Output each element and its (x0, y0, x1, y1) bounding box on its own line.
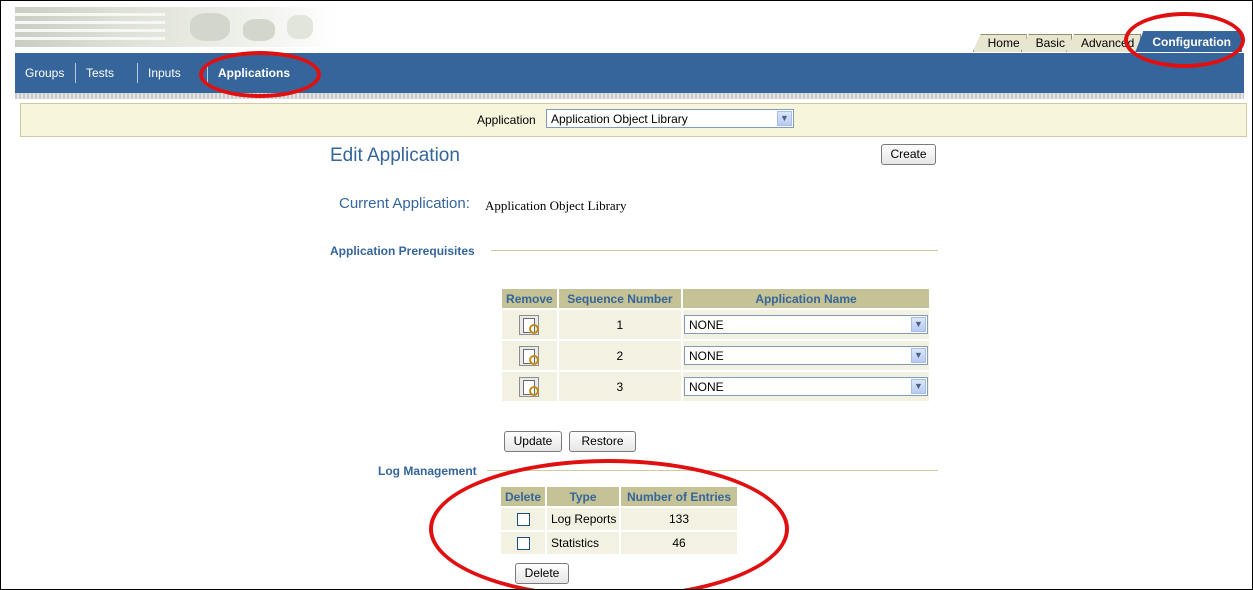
application-filter-bar: Application Application Object Library ▼ (20, 103, 1247, 137)
chevron-down-icon: ▼ (777, 111, 792, 126)
nav-bottom-shadow (15, 93, 1244, 99)
browser-page: Home Basic Advanced Configuration Groups… (0, 0, 1253, 590)
application-prerequisites-heading: Application Prerequisites (330, 244, 475, 258)
sequence-number: 3 (558, 372, 681, 401)
annotation-circle-applications (199, 51, 321, 98)
subtab-inputs[interactable]: Inputs (137, 63, 181, 83)
page-title: Edit Application (330, 145, 460, 166)
table-row: 1 NONE ▼ (502, 310, 929, 339)
application-name-value: NONE (689, 318, 724, 332)
column-header-remove: Remove (502, 289, 557, 308)
application-name-cell: NONE ▼ (683, 341, 929, 370)
application-filter-label: Application (477, 113, 536, 127)
oracle-banner-logo (15, 7, 337, 47)
remove-cell (502, 310, 557, 339)
subtab-groups[interactable]: Groups (15, 63, 64, 83)
sequence-number: 1 (558, 310, 681, 339)
section-divider (491, 250, 938, 251)
remove-icon[interactable] (519, 376, 540, 397)
application-name-select[interactable]: NONE ▼ (684, 315, 928, 334)
create-button[interactable]: Create (881, 144, 936, 165)
remove-cell (502, 372, 557, 401)
current-application-value: Application Object Library (485, 198, 627, 213)
sequence-number: 2 (558, 341, 681, 370)
column-header-application-name: Application Name (683, 289, 929, 308)
current-application-label: Current Application: (339, 195, 470, 212)
update-button[interactable]: Update (504, 431, 562, 452)
remove-icon[interactable] (519, 314, 540, 335)
application-select[interactable]: Application Object Library ▼ (546, 109, 794, 128)
remove-cell (502, 341, 557, 370)
subtab-tests[interactable]: Tests (75, 63, 114, 83)
tab-home[interactable]: Home (972, 34, 1027, 52)
log-management-heading: Log Management (378, 464, 477, 478)
table-row: 2 NONE ▼ (502, 341, 929, 370)
application-name-select[interactable]: NONE ▼ (684, 346, 928, 365)
application-name-cell: NONE ▼ (683, 372, 929, 401)
tab-basic[interactable]: Basic (1020, 34, 1072, 52)
chevron-down-icon: ▼ (911, 348, 926, 363)
application-name-select[interactable]: NONE ▼ (684, 377, 928, 396)
application-name-value: NONE (689, 380, 724, 394)
chevron-down-icon: ▼ (911, 379, 926, 394)
chevron-down-icon: ▼ (911, 317, 926, 332)
application-select-value: Application Object Library (551, 112, 688, 126)
remove-icon[interactable] (519, 345, 540, 366)
application-name-cell: NONE ▼ (683, 310, 929, 339)
prerequisites-table: Remove Sequence Number Application Name … (500, 287, 931, 403)
annotation-circle-configuration (1124, 12, 1245, 68)
table-row: 3 NONE ▼ (502, 372, 929, 401)
annotation-circle-log-management (429, 459, 789, 589)
application-name-value: NONE (689, 349, 724, 363)
column-header-sequence: Sequence Number (558, 289, 681, 308)
restore-button[interactable]: Restore (569, 431, 636, 452)
